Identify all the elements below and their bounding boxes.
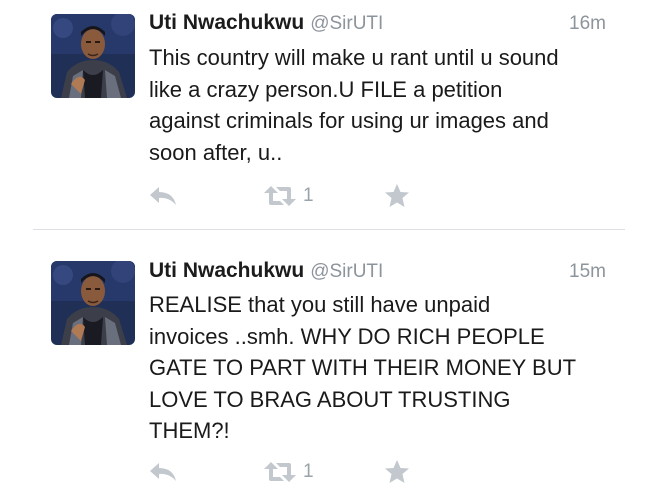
favorite-button[interactable] xyxy=(383,181,411,211)
retweet-button[interactable]: 1 xyxy=(262,457,314,487)
retweet-count: 1 xyxy=(303,461,314,482)
tweet[interactable]: Uti Nwachukwu @SirUTI 15m REALISE that yo… xyxy=(0,230,657,490)
author-handle[interactable]: @SirUTI xyxy=(310,13,383,34)
display-name[interactable]: Uti Nwachukwu xyxy=(149,11,304,34)
star-icon xyxy=(383,458,411,486)
timestamp: 16m xyxy=(569,13,606,34)
reply-button[interactable] xyxy=(148,181,178,211)
avatar[interactable] xyxy=(51,261,135,345)
reply-button[interactable] xyxy=(148,457,178,487)
tweet-text: REALISE that you still have unpaid invoi… xyxy=(149,292,577,443)
avatar[interactable] xyxy=(51,14,135,98)
timestamp: 15m xyxy=(569,261,606,282)
author-name[interactable]: Uti Nwachukwu @SirUTI xyxy=(149,259,383,283)
author-handle[interactable]: @SirUTI xyxy=(310,261,383,282)
tweet-actions: 1 xyxy=(0,181,657,211)
display-name[interactable]: Uti Nwachukwu xyxy=(149,259,304,282)
retweet-count: 1 xyxy=(303,185,314,206)
reply-icon xyxy=(148,459,178,485)
tweet-text: This country will make u rant until u so… xyxy=(149,45,559,165)
retweet-icon xyxy=(262,184,298,208)
reply-icon xyxy=(148,183,178,209)
retweet-icon xyxy=(262,460,298,484)
retweet-button[interactable]: 1 xyxy=(262,181,314,211)
tweet-actions: 1 xyxy=(0,457,657,487)
author-name[interactable]: Uti Nwachukwu @SirUTI xyxy=(149,11,383,35)
tweet[interactable]: Uti Nwachukwu @SirUTI 16m This country wi… xyxy=(0,0,657,229)
star-icon xyxy=(383,182,411,210)
favorite-button[interactable] xyxy=(383,457,411,487)
